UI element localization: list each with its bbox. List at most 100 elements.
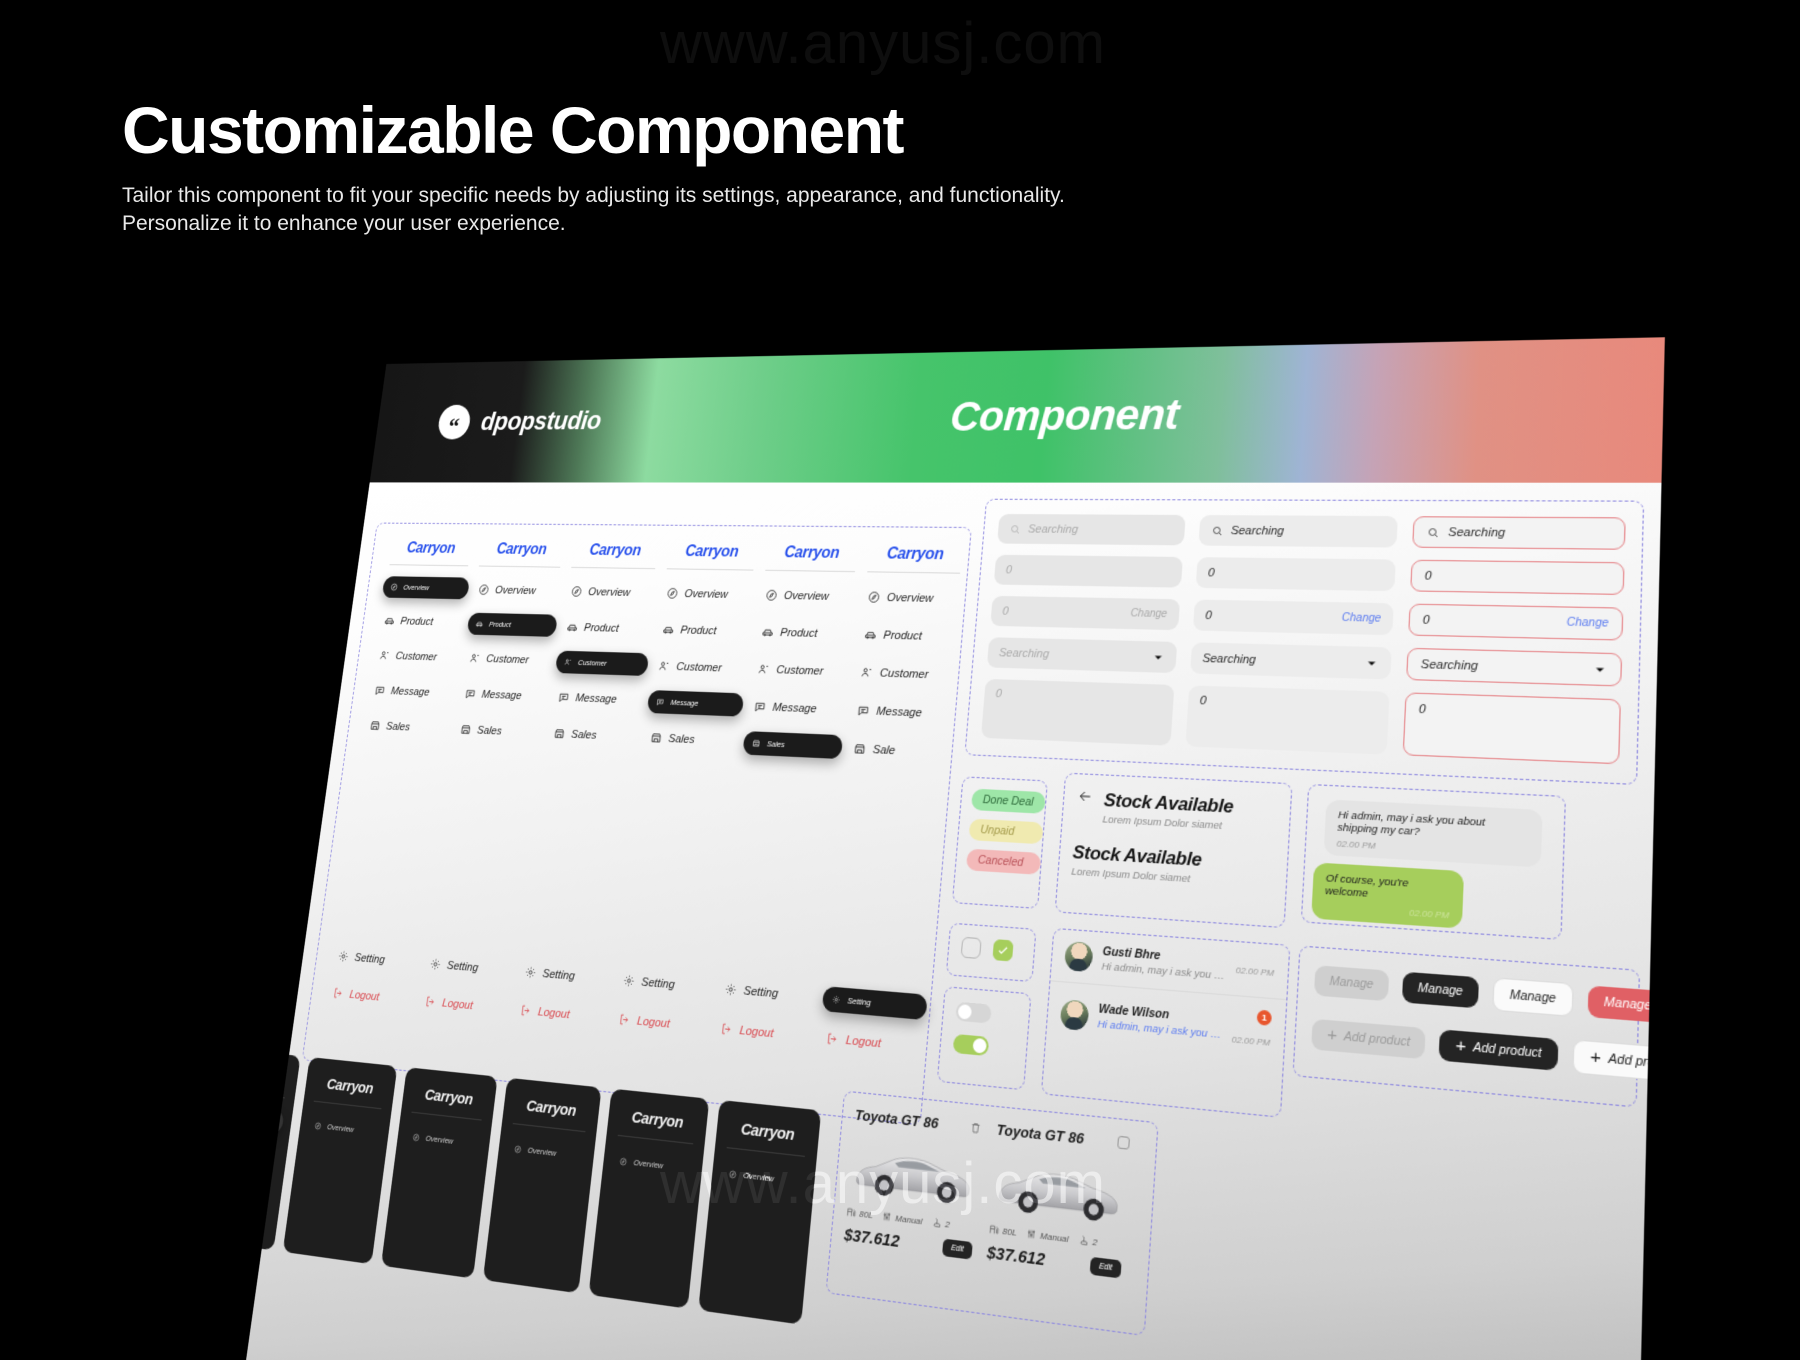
manage-button-row: Manage Manage Manage Manage [1313, 964, 1662, 1024]
back-arrow-icon[interactable] [1076, 787, 1094, 811]
search-input[interactable]: Searching [1198, 515, 1399, 548]
sidebar-item-overview[interactable]: Overview [507, 1137, 586, 1168]
manage-button[interactable]: Manage [1587, 985, 1662, 1024]
sidebar-item-product[interactable]: Product [655, 617, 752, 644]
chat-text: Hi admin, may i ask you about shipping m… [1337, 809, 1486, 839]
sidebar-item-customer[interactable]: Customer [853, 659, 957, 688]
product-spec-label: 80L [1002, 1225, 1018, 1238]
sidebar-item-message[interactable]: Message [457, 681, 549, 709]
textarea-input[interactable]: 0 [1402, 692, 1621, 765]
sidebar-item-setting[interactable]: Setting [717, 975, 820, 1010]
checkbox-checked[interactable] [992, 939, 1014, 962]
sidebar-item-setting[interactable]: Setting [615, 967, 715, 1002]
sidebar-item-sales[interactable]: Sale [845, 735, 949, 766]
sidebar-item-logout[interactable]: Logout [712, 1015, 815, 1051]
divider [241, 1090, 285, 1099]
sidebar-item-overview[interactable]: Overview [758, 583, 858, 610]
manage-button[interactable]: Manage [1492, 977, 1574, 1018]
sidebar-item-product[interactable]: Product [754, 619, 854, 647]
sidebar-item-label: Overview [241, 1112, 260, 1125]
sidebar-item-sales[interactable]: Sales [362, 713, 451, 741]
compass-icon [314, 1121, 322, 1130]
sidebar-item-label: Setting [446, 959, 479, 974]
sidebar-item-sales[interactable]: Sales [546, 721, 641, 750]
sidebar-item-product[interactable]: Product [466, 612, 558, 637]
toggle-off[interactable] [955, 1001, 992, 1024]
divider [867, 571, 961, 574]
sidebar-item-overview[interactable]: Overview [721, 1161, 806, 1194]
sidebar-item-logout[interactable]: Logout [325, 980, 416, 1013]
sidebar-item-label: Logout [537, 1005, 571, 1021]
stock-panel: Stock Available Lorem Ipsum Dolor siamet… [1054, 772, 1293, 929]
sidebar-item-logout[interactable]: Logout [512, 997, 609, 1032]
change-link[interactable]: Change [1130, 608, 1167, 620]
edit-button[interactable]: Edit [941, 1238, 973, 1260]
sidebar-item-sales[interactable]: Sales [453, 717, 545, 745]
edit-button[interactable]: Edit [1089, 1256, 1122, 1279]
sidebar-item-message[interactable]: Message [551, 685, 646, 713]
sidebar-item-setting[interactable]: Setting [517, 959, 613, 993]
sidebar-item-product[interactable]: Product [559, 615, 653, 642]
sidebar-item-logout[interactable]: Logout [611, 1005, 711, 1040]
manage-button[interactable]: Manage [1313, 965, 1390, 1002]
select-dropdown[interactable]: Searching [1189, 642, 1393, 680]
toggle-on[interactable] [952, 1033, 990, 1057]
product-card-list: Toyota GT 86 80L Manual 2 $37.612 Edit Toyota … [843, 1106, 1131, 1279]
change-link[interactable]: Change [1566, 617, 1608, 630]
number-input[interactable]: 0 [1195, 557, 1397, 592]
add-product-button[interactable]: + Add product [1311, 1018, 1427, 1060]
button-variants-panel: Manage Manage Manage Manage + Add product + Ad… [1292, 945, 1662, 1108]
sidebar-item-overview[interactable]: Overview [381, 576, 470, 600]
change-input[interactable]: 0 Change [990, 595, 1180, 631]
sidebar-item-sales[interactable]: Sales [742, 731, 844, 760]
sidebar-item-message[interactable]: Message [849, 697, 953, 727]
sidebar-item-customer[interactable]: Customer [462, 646, 554, 673]
sidebar-item-setting[interactable]: Setting [422, 951, 516, 984]
sidebar-item-setting[interactable]: Setting [331, 943, 422, 975]
change-input[interactable]: 0 Change [1408, 603, 1624, 641]
sidebar-item-message[interactable]: Message [746, 694, 847, 723]
checkbox-icon[interactable] [1117, 1135, 1131, 1150]
sidebar-item-overview[interactable]: Overview [612, 1149, 694, 1181]
sidebar-item-sales[interactable]: Sales [643, 725, 741, 754]
sidebar-item-message[interactable]: Message [367, 678, 456, 705]
checkbox-unchecked[interactable] [960, 936, 982, 960]
sidebar-item-overview[interactable]: Overview [471, 578, 562, 603]
textarea-input[interactable]: 0 [1184, 685, 1390, 755]
number-input[interactable]: 0 [1410, 559, 1625, 596]
number-input[interactable]: 0 [993, 554, 1183, 588]
search-input[interactable]: Searching [1412, 516, 1626, 550]
add-product-button[interactable]: + Add product [1572, 1039, 1662, 1085]
sidebar-item-overview[interactable]: Overview [860, 584, 963, 611]
sidebar-item-overview[interactable]: Overview [659, 581, 756, 607]
change-input[interactable]: 0 Change [1192, 599, 1395, 636]
product-spec: 2 [1078, 1234, 1098, 1248]
logout-icon [332, 986, 345, 1000]
change-link[interactable]: Change [1342, 612, 1382, 625]
sidebar-item-product[interactable]: Product [377, 609, 466, 635]
sidebar-item-message[interactable]: Message [646, 690, 745, 717]
product-spec: 80L [846, 1206, 874, 1221]
sidebar-item-overview[interactable]: Overview [405, 1125, 481, 1156]
sidebar-item-customer[interactable]: Customer [372, 643, 461, 669]
chevron-down-icon [1365, 656, 1379, 670]
sidebar-item-logout[interactable]: Logout [417, 988, 511, 1022]
sidebar-item-customer[interactable]: Customer [554, 650, 650, 676]
search-input[interactable]: Searching [997, 513, 1186, 546]
sidebar-item-overview[interactable]: Overview [307, 1114, 381, 1144]
divider [617, 1134, 694, 1145]
select-dropdown[interactable]: Searching [1406, 647, 1623, 687]
sidebar-item-customer[interactable]: Customer [750, 656, 850, 684]
add-product-button[interactable]: + Add product [1439, 1029, 1559, 1071]
textarea-input[interactable]: 0 [980, 678, 1175, 746]
sidebar-item-logout[interactable]: Logout [818, 1024, 925, 1061]
sidebar-item-product[interactable]: Product [856, 622, 959, 650]
manage-button[interactable]: Manage [1401, 971, 1479, 1009]
select-dropdown[interactable]: Searching [986, 637, 1177, 674]
sidebar-item-setting[interactable]: Setting [821, 986, 928, 1021]
sidebar-item-overview[interactable]: Overview [241, 1102, 285, 1135]
sidebar-item-customer[interactable]: Customer [651, 653, 748, 681]
sidebar-item-overview[interactable]: Overview [563, 579, 657, 605]
store-icon [853, 742, 867, 756]
trash-icon[interactable] [969, 1120, 983, 1135]
